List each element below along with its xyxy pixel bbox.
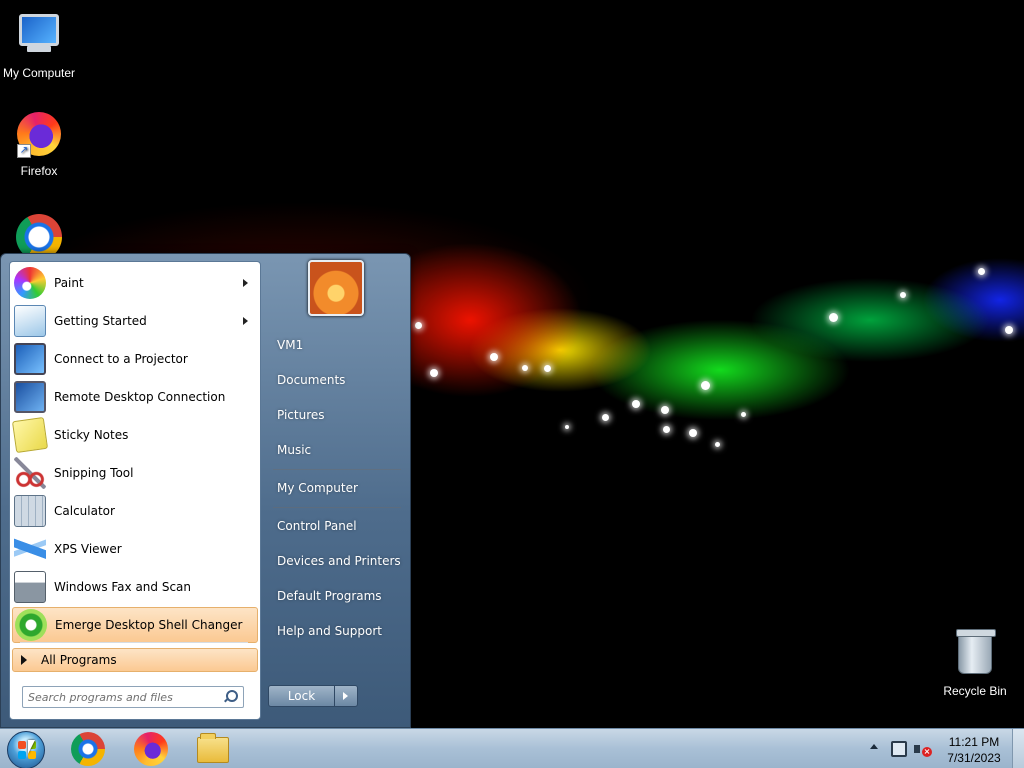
- wallpaper-sparkle: [978, 268, 985, 275]
- wallpaper-sparkle: [522, 365, 528, 371]
- wallpaper-sparkle: [415, 322, 422, 329]
- desktop-icon-label: Firefox: [20, 164, 58, 178]
- calculator-icon: [14, 495, 46, 527]
- program-label: Paint: [54, 276, 84, 290]
- program-item-xps-viewer[interactable]: XPS Viewer: [12, 531, 258, 567]
- volume-muted-icon[interactable]: ×: [914, 741, 932, 757]
- program-item-emerge-desktop[interactable]: Emerge Desktop Shell Changer: [12, 607, 258, 643]
- firefox-icon: ↗: [15, 112, 63, 160]
- wallpaper-sparkle: [689, 429, 697, 437]
- desktop-icon-recycle-bin[interactable]: Recycle Bin: [935, 629, 1015, 698]
- link-documents[interactable]: Documents: [269, 365, 405, 395]
- link-pictures[interactable]: Pictures: [269, 400, 405, 430]
- program-label: XPS Viewer: [54, 542, 122, 556]
- emerge-icon: [15, 609, 47, 641]
- xps-viewer-icon: [14, 533, 46, 565]
- program-label: Emerge Desktop Shell Changer: [55, 618, 243, 632]
- desktop-icon-label: Recycle Bin: [943, 684, 1007, 698]
- taskbar-folder-icon[interactable]: [197, 733, 229, 763]
- wallpaper-sparkle: [565, 425, 569, 429]
- program-item-getting-started[interactable]: Getting Started: [12, 303, 258, 339]
- start-menu: Paint Getting Started Connect to a Proje…: [0, 253, 411, 728]
- wallpaper-sparkle: [663, 426, 670, 433]
- taskbar-firefox-icon[interactable]: [134, 732, 168, 766]
- desktop-icon-label: My Computer: [2, 66, 76, 80]
- wallpaper-sparkle: [1005, 326, 1013, 334]
- program-label: Sticky Notes: [54, 428, 129, 442]
- scissors-icon: [14, 457, 46, 489]
- wallpaper-sparkle: [829, 313, 838, 322]
- program-item-calculator[interactable]: Calculator: [12, 493, 258, 529]
- link-control-panel[interactable]: Control Panel: [269, 511, 405, 541]
- link-devices-printers[interactable]: Devices and Printers: [269, 546, 405, 576]
- program-label: Calculator: [54, 504, 115, 518]
- wallpaper-sparkle: [741, 412, 746, 417]
- divider: [273, 507, 401, 508]
- program-item-remote-desktop[interactable]: Remote Desktop Connection: [12, 379, 258, 415]
- wallpaper-sparkle: [701, 381, 710, 390]
- all-programs-button[interactable]: All Programs: [12, 648, 258, 672]
- fax-icon: [14, 571, 46, 603]
- program-label: Getting Started: [54, 314, 147, 328]
- show-hidden-icons-chevron-icon[interactable]: [870, 744, 878, 749]
- paint-icon: [14, 267, 46, 299]
- show-desktop-button[interactable]: [1012, 729, 1024, 768]
- program-item-paint[interactable]: Paint: [12, 265, 258, 301]
- link-help-support[interactable]: Help and Support: [269, 616, 405, 646]
- projector-icon: [14, 343, 46, 375]
- lock-button[interactable]: Lock: [268, 685, 335, 707]
- remote-desktop-icon: [14, 381, 46, 413]
- wallpaper-sparkle: [544, 365, 551, 372]
- computer-icon: [15, 14, 63, 62]
- search-icon[interactable]: [223, 690, 238, 704]
- program-item-sticky-notes[interactable]: Sticky Notes: [11, 416, 258, 454]
- wallpaper-sparkle: [430, 369, 438, 377]
- recycle-bin-icon: [951, 629, 999, 680]
- program-item-fax-scan[interactable]: Windows Fax and Scan: [12, 569, 258, 605]
- link-default-programs[interactable]: Default Programs: [269, 581, 405, 611]
- program-label: Connect to a Projector: [54, 352, 188, 366]
- wallpaper-sparkle: [715, 442, 720, 447]
- wallpaper-sparkle: [602, 414, 609, 421]
- network-icon[interactable]: [891, 741, 907, 757]
- start-menu-programs-pane: Paint Getting Started Connect to a Proje…: [9, 261, 261, 720]
- shutdown-options-arrow-icon[interactable]: [335, 685, 358, 707]
- desktop-icon-firefox[interactable]: ↗ Firefox: [0, 110, 79, 178]
- wallpaper-sparkle: [490, 353, 498, 361]
- sticky-notes-icon: [11, 416, 49, 454]
- getting-started-icon: [14, 305, 46, 337]
- taskbar-chrome-icon[interactable]: [71, 732, 105, 766]
- wallpaper-sparkle: [661, 406, 669, 414]
- clock[interactable]: 11:21 PM 7/31/2023: [940, 734, 1008, 766]
- shortcut-arrow-icon: ↗: [17, 144, 31, 158]
- program-label: Snipping Tool: [54, 466, 134, 480]
- submenu-arrow-icon[interactable]: [243, 279, 248, 287]
- desktop-icon-my-computer[interactable]: My Computer: [0, 10, 79, 80]
- clock-date: 7/31/2023: [947, 751, 1001, 765]
- wallpaper-sparkle: [632, 400, 640, 408]
- program-item-connect-projector[interactable]: Connect to a Projector: [12, 341, 258, 377]
- clock-time: 11:21 PM: [948, 735, 1000, 749]
- all-programs-label: All Programs: [41, 653, 117, 667]
- mouse-cursor-icon: [28, 740, 35, 754]
- program-label: Windows Fax and Scan: [54, 580, 192, 594]
- link-my-computer[interactable]: My Computer: [269, 473, 405, 503]
- start-button[interactable]: [7, 731, 45, 768]
- taskbar: × 11:21 PM 7/31/2023: [0, 728, 1024, 768]
- triangle-right-icon: [21, 655, 27, 665]
- program-item-snipping-tool[interactable]: Snipping Tool: [12, 455, 258, 491]
- link-vm1[interactable]: VM1: [269, 330, 405, 360]
- program-label: Remote Desktop Connection: [54, 390, 226, 404]
- submenu-arrow-icon[interactable]: [243, 317, 248, 325]
- search-box[interactable]: [22, 686, 244, 708]
- divider: [20, 642, 248, 643]
- divider: [273, 469, 401, 470]
- user-avatar[interactable]: [308, 260, 364, 316]
- link-music[interactable]: Music: [269, 435, 405, 465]
- wallpaper-sparkle: [900, 292, 906, 298]
- search-input[interactable]: [23, 688, 223, 706]
